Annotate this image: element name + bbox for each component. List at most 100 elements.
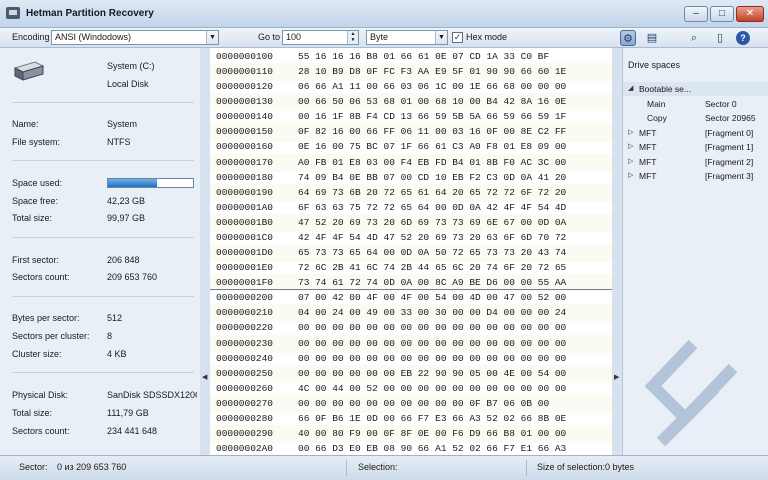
hex-bytes-first-half[interactable]: 00 66 50 06 53 68 01 00 — [298, 96, 429, 107]
hexmode-checkbox[interactable]: ✓ — [452, 32, 463, 43]
hex-bytes-second-half[interactable]: 73 73 69 6E 67 00 0D 0A — [435, 217, 566, 228]
name-value: System — [107, 119, 138, 129]
goto-stepper[interactable]: ▲ ▼ — [347, 31, 358, 44]
hex-bytes-first-half[interactable]: 0F 82 16 00 66 FF 06 11 — [298, 126, 429, 137]
hex-bytes-first-half[interactable]: 06 66 A1 11 00 66 03 06 — [298, 81, 429, 92]
drive-space-item[interactable]: ▷ MFT [Fragment 3] — [623, 169, 768, 183]
hex-row[interactable]: 00000002A0 00 66 D3 E0 EB 08 90 66 A1 52 0… — [210, 440, 612, 455]
hex-bytes-second-half[interactable]: 00 00 00 00 00 00 00 00 — [435, 338, 566, 349]
goto-input[interactable]: 100 ▲ ▼ — [282, 30, 359, 45]
hex-bytes-first-half[interactable]: 65 73 73 65 64 00 0D 0A — [298, 247, 429, 258]
hex-bytes-first-half[interactable]: 40 00 80 F9 00 0F 8F 0E — [298, 428, 429, 439]
hex-bytes-first-half[interactable]: 00 00 00 00 00 00 EB 22 — [298, 368, 429, 379]
hex-bytes-second-half[interactable]: 54 00 4D 00 47 00 52 00 — [435, 292, 566, 303]
hex-bytes-first-half[interactable]: 00 66 D3 E0 EB 08 90 66 — [298, 443, 429, 454]
hex-bytes-second-half[interactable]: 10 EB F2 C3 0D 0A 41 20 — [435, 172, 566, 183]
hex-bytes-second-half[interactable]: E9 5F 01 90 90 66 60 1E — [435, 66, 566, 77]
hex-bytes-first-half[interactable]: 28 10 B9 D8 0F FC F3 AA — [298, 66, 429, 77]
goto-value: 100 — [286, 32, 302, 42]
drive-space-item[interactable]: Main Sector 0 — [623, 97, 768, 111]
hex-bytes-second-half[interactable]: 30 00 00 D4 00 00 00 24 — [435, 307, 566, 318]
hex-bytes-first-half[interactable]: 0E 16 00 75 BC 07 1F 66 — [298, 141, 429, 152]
hex-bytes-second-half[interactable]: 00 00 00 00 00 00 00 00 — [435, 322, 566, 333]
minimize-button[interactable]: – — [684, 6, 708, 22]
hex-bytes-first-half[interactable]: 00 00 00 00 00 00 00 00 — [298, 353, 429, 364]
encoding-select[interactable]: ANSI (Windodows) ▼ — [51, 30, 219, 45]
help-icon[interactable]: ? — [736, 31, 750, 45]
sectors-count-label: Sectors count: — [12, 272, 70, 282]
hex-bytes-first-half[interactable]: 73 74 61 72 74 0D 0A 00 — [298, 277, 429, 288]
hex-bytes-second-half[interactable]: 00 00 0F B7 06 0B 00 — [435, 398, 549, 409]
space-used-bar — [107, 178, 194, 188]
hex-bytes-second-half[interactable]: 69 73 20 63 6F 6D 70 72 — [435, 232, 566, 243]
hex-bytes-second-half[interactable]: 1C 00 1E 66 68 00 00 00 — [435, 81, 566, 92]
hex-bytes-second-half[interactable]: 61 C3 A0 F8 01 E8 09 00 — [435, 141, 566, 152]
hex-bytes-second-half[interactable]: 00 00 00 00 00 00 00 00 — [435, 383, 566, 394]
hex-view[interactable]: 0000000100 55 16 16 16 B8 01 66 61 0E 07 C… — [210, 48, 612, 455]
hex-bytes-first-half[interactable]: 66 0F B6 1E 0D 00 66 F7 — [298, 413, 429, 424]
hex-bytes-second-half[interactable]: 90 90 05 00 4E 00 54 00 — [435, 368, 566, 379]
hex-bytes-first-half[interactable]: A0 FB 01 E8 03 00 F4 EB — [298, 157, 429, 168]
hex-bytes-first-half[interactable]: 00 00 00 00 00 00 00 00 — [298, 398, 429, 409]
hex-bytes-first-half[interactable]: 74 09 B4 0E BB 07 00 CD — [298, 172, 429, 183]
unit-select[interactable]: Byte ▼ — [366, 30, 448, 45]
hex-bytes-first-half[interactable]: 00 16 1F 8B F4 CD 13 66 — [298, 111, 429, 122]
hex-bytes-second-half[interactable]: 61 0E 07 CD 1A 33 C0 BF — [418, 51, 549, 62]
drive-space-item[interactable]: ▷ MFT [Fragment 2] — [623, 155, 768, 169]
encoding-label: Encoding — [12, 32, 50, 42]
maximize-button[interactable]: □ — [710, 6, 734, 22]
drive-settings-icon[interactable]: ⚙ — [620, 30, 636, 46]
hex-bytes-second-half[interactable]: 59 5B 5A 66 59 66 59 1F — [435, 111, 566, 122]
drive-space-item[interactable]: ▷ MFT [Fragment 0] — [623, 126, 768, 140]
collapse-left-icon[interactable]: ◀ — [202, 373, 207, 381]
drive-space-item[interactable]: ▷ MFT [Fragment 1] — [623, 140, 768, 154]
hex-bytes-first-half[interactable]: 42 4F 4F 54 4D 47 52 20 — [298, 232, 429, 243]
device-icon[interactable]: ▯ — [712, 30, 728, 46]
expand-icon[interactable]: ▷ — [628, 169, 633, 183]
app-icon — [6, 7, 20, 19]
hex-bytes-second-half[interactable]: FD B4 01 8B F0 AC 3C 00 — [435, 157, 566, 168]
hex-bytes-first-half[interactable]: 00 00 00 00 00 00 00 00 — [298, 338, 429, 349]
expand-icon[interactable]: ▷ — [628, 155, 633, 169]
hex-bytes-first-half[interactable]: 72 6C 2B 41 6C 74 2B 44 — [298, 262, 429, 273]
hex-bytes-first-half[interactable]: 6F 63 63 75 72 72 65 64 — [298, 202, 429, 213]
drive-space-item[interactable]: ◢ Bootable se... — [623, 82, 768, 96]
close-button[interactable]: ✕ — [736, 6, 764, 22]
collapse-icon[interactable]: ◢ — [628, 82, 633, 96]
toolbar: Encoding ANSI (Windodows) ▼ Go to 100 ▲ ▼… — [0, 28, 768, 48]
hex-bytes-first-half[interactable]: 47 52 20 69 73 20 6D 69 — [298, 217, 429, 228]
hex-bytes-second-half[interactable]: 50 72 65 73 73 20 43 74 — [435, 247, 566, 258]
hex-bytes-second-half[interactable]: 68 10 00 B4 42 8A 16 0E — [435, 96, 566, 107]
right-splitter[interactable]: ▶ — [612, 48, 622, 455]
drive-space-name: Copy — [647, 113, 667, 123]
expand-icon[interactable]: ▷ — [628, 126, 633, 140]
physical-total-label: Total size: — [12, 408, 53, 418]
chevron-down-icon[interactable]: ▼ — [435, 31, 447, 44]
hex-bytes-first-half[interactable]: 04 00 24 00 49 00 33 00 — [298, 307, 429, 318]
hex-bytes-second-half[interactable]: 8C A9 BE D6 00 00 55 AA — [435, 277, 566, 288]
hex-bytes-first-half[interactable]: 4C 00 44 00 52 00 00 00 — [298, 383, 429, 394]
hex-bytes-first-half[interactable]: 00 00 00 00 00 00 00 00 — [298, 322, 429, 333]
search-icon[interactable]: ⌕ — [686, 30, 702, 46]
divider — [12, 102, 194, 103]
hex-row-bytes[interactable]: 00 66 D3 E0 EB 08 90 66 A1 52 02 66 F7 E1… — [298, 440, 566, 455]
title-bar: Hetman Partition Recovery – □ ✕ — [0, 0, 768, 28]
left-splitter[interactable]: ◀ — [200, 48, 210, 455]
save-disk-icon[interactable]: ▤ — [644, 30, 660, 46]
hex-bytes-first-half[interactable]: 64 69 73 6B 20 72 65 61 — [298, 187, 429, 198]
hex-bytes-first-half[interactable]: 07 00 42 00 4F 00 4F 00 — [298, 292, 429, 303]
hex-bytes-second-half[interactable]: 64 20 65 72 72 6F 72 20 — [435, 187, 566, 198]
hexmode-label: Hex mode — [466, 32, 508, 42]
hex-bytes-second-half[interactable]: 00 03 16 0F 00 8E C2 FF — [435, 126, 566, 137]
hex-bytes-second-half[interactable]: 00 00 00 00 00 00 00 00 — [435, 353, 566, 364]
chevron-down-icon[interactable]: ▼ — [206, 31, 218, 44]
hex-bytes-first-half[interactable]: 55 16 16 16 B8 01 66 — [298, 51, 412, 62]
hex-bytes-second-half[interactable]: A1 52 02 66 F7 E1 66 A3 — [435, 443, 566, 454]
hex-bytes-second-half[interactable]: E3 66 A3 52 02 66 8B 0E — [435, 413, 566, 424]
hex-bytes-second-half[interactable]: 00 0D 0A 42 4F 4F 54 4D — [435, 202, 566, 213]
hex-bytes-second-half[interactable]: 65 6C 20 74 6F 20 72 65 — [435, 262, 566, 273]
hex-bytes-second-half[interactable]: 00 F6 D9 66 B8 01 00 00 — [435, 428, 566, 439]
collapse-right-icon[interactable]: ▶ — [614, 373, 619, 381]
drive-space-item[interactable]: Copy Sector 20965 — [623, 111, 768, 125]
expand-icon[interactable]: ▷ — [628, 140, 633, 154]
